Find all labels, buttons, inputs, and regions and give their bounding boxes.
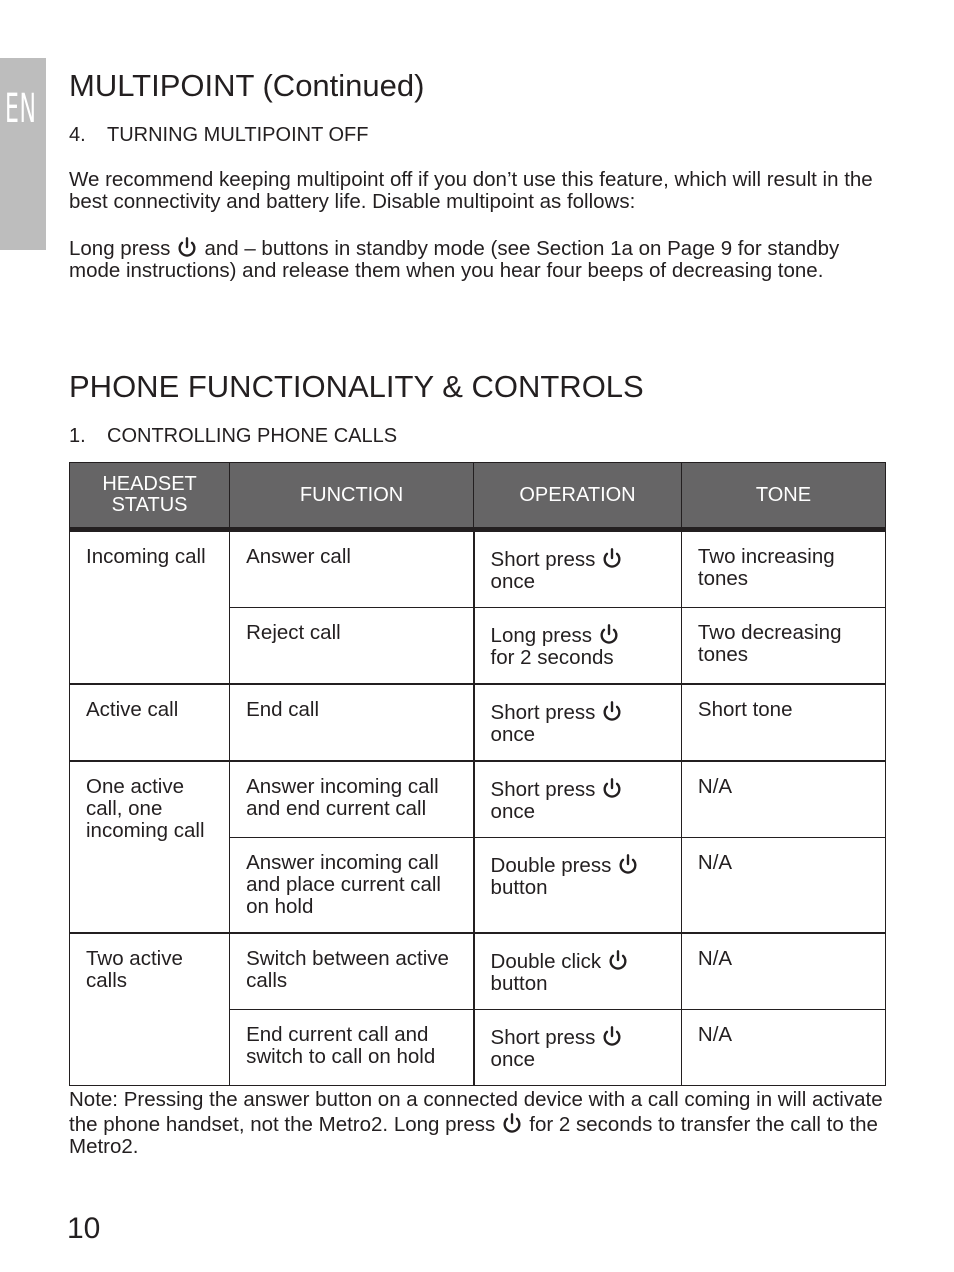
cell-tone: Short tone [680,683,887,762]
cell-function: Switch between active calls [229,932,475,1010]
cell-function: Answer incoming call and end current cal… [229,760,475,838]
operation-detail: button [490,972,548,995]
operation-detail: once [490,800,536,823]
operation-text: Double click [490,950,602,973]
cell-tone: N/A [680,932,887,1010]
operation-text: Double press [490,854,612,877]
section-number: 1. [69,425,86,447]
cell-headset-status: Active call [68,683,231,762]
language-tab: EN [0,58,46,250]
power-icon [607,948,629,972]
cell-function: Answer incoming call and place current c… [229,837,475,934]
section-title: CONTROLLING PHONE CALLS [107,425,398,447]
cell-operation: Short press once [472,1009,682,1086]
multipoint-section-heading: 4. TURNING MULTIPOINT OFF [69,124,368,147]
table-row: Two active calls Switch between active ca… [68,932,887,1086]
instruction-text-before: Long press [69,237,171,260]
multipoint-instructions-paragraph: Long press and – buttons in standby mode … [69,235,889,282]
phone-calls-table: HEADSET STATUS FUNCTION OPERATION TONE I… [68,462,887,1086]
cell-function: End current call and switch to call on h… [229,1009,475,1086]
operation-text: Short press [490,778,596,801]
operation-detail: once [490,1048,536,1071]
header-operation: OPERATION [473,462,682,532]
cell-tone: N/A [680,1009,887,1086]
operation-detail: once [490,570,536,593]
multipoint-title: MULTIPOINT (Continued) [69,68,425,103]
language-label: EN [5,86,37,132]
cell-tone: N/A [680,837,887,934]
operation-text: Long press [490,624,592,647]
cell-headset-status: One active call, one incoming call [68,760,231,934]
section-title: TURNING MULTIPOINT OFF [107,124,369,146]
cell-tone: Two decreasing tones [680,607,887,685]
power-icon [176,235,198,259]
cell-operation: Double click button [472,932,682,1010]
operation-detail: button [490,876,548,899]
cell-function: Reject call [229,607,475,685]
cell-tone: N/A [680,760,887,838]
page-number: 10 [67,1212,101,1245]
phone-section-heading: 1. CONTROLLING PHONE CALLS [69,425,397,448]
cell-operation: Short press once [472,683,682,762]
header-function: FUNCTION [229,462,475,532]
cell-headset-status: Two active calls [68,932,231,1086]
power-icon [617,852,639,876]
cell-operation: Short press once [472,760,682,838]
power-icon [601,546,623,570]
operation-text: Short press [490,1026,596,1049]
power-icon [501,1111,523,1135]
cell-headset-status: Incoming call [68,528,231,685]
phone-controls-title: PHONE FUNCTIONALITY & CONTROLS [69,369,644,404]
power-icon [598,622,620,646]
table-row: Active call End call Short press once Short … [68,683,887,762]
operation-detail: once [490,723,536,746]
header-headset-status: HEADSET STATUS [68,462,231,532]
cell-operation: Short press once [472,528,682,608]
cell-function: Answer call [229,528,475,608]
cell-function: End call [229,683,475,762]
multipoint-intro-paragraph: We recommend keeping multipoint off if y… [69,168,873,213]
section-number: 4. [69,124,86,146]
power-icon [601,776,623,800]
operation-text: Short press [490,701,596,724]
power-icon [601,699,623,723]
table-row: One active call, one incoming call Answer… [68,760,887,934]
header-tone: TONE [680,462,887,532]
table-header-row: HEADSET STATUS FUNCTION OPERATION TONE [68,462,887,532]
transfer-note: Note: Pressing the answer button on a co… [69,1089,889,1158]
operation-text: Short press [490,548,596,571]
cell-operation: Double press button [472,837,682,934]
power-icon [601,1024,623,1048]
table-row: Incoming call Answer call Short press once T… [68,528,887,685]
cell-operation: Long press for 2 seconds [472,607,682,685]
operation-detail: for 2 seconds [490,646,614,669]
cell-tone: Two increasing tones [680,528,887,608]
